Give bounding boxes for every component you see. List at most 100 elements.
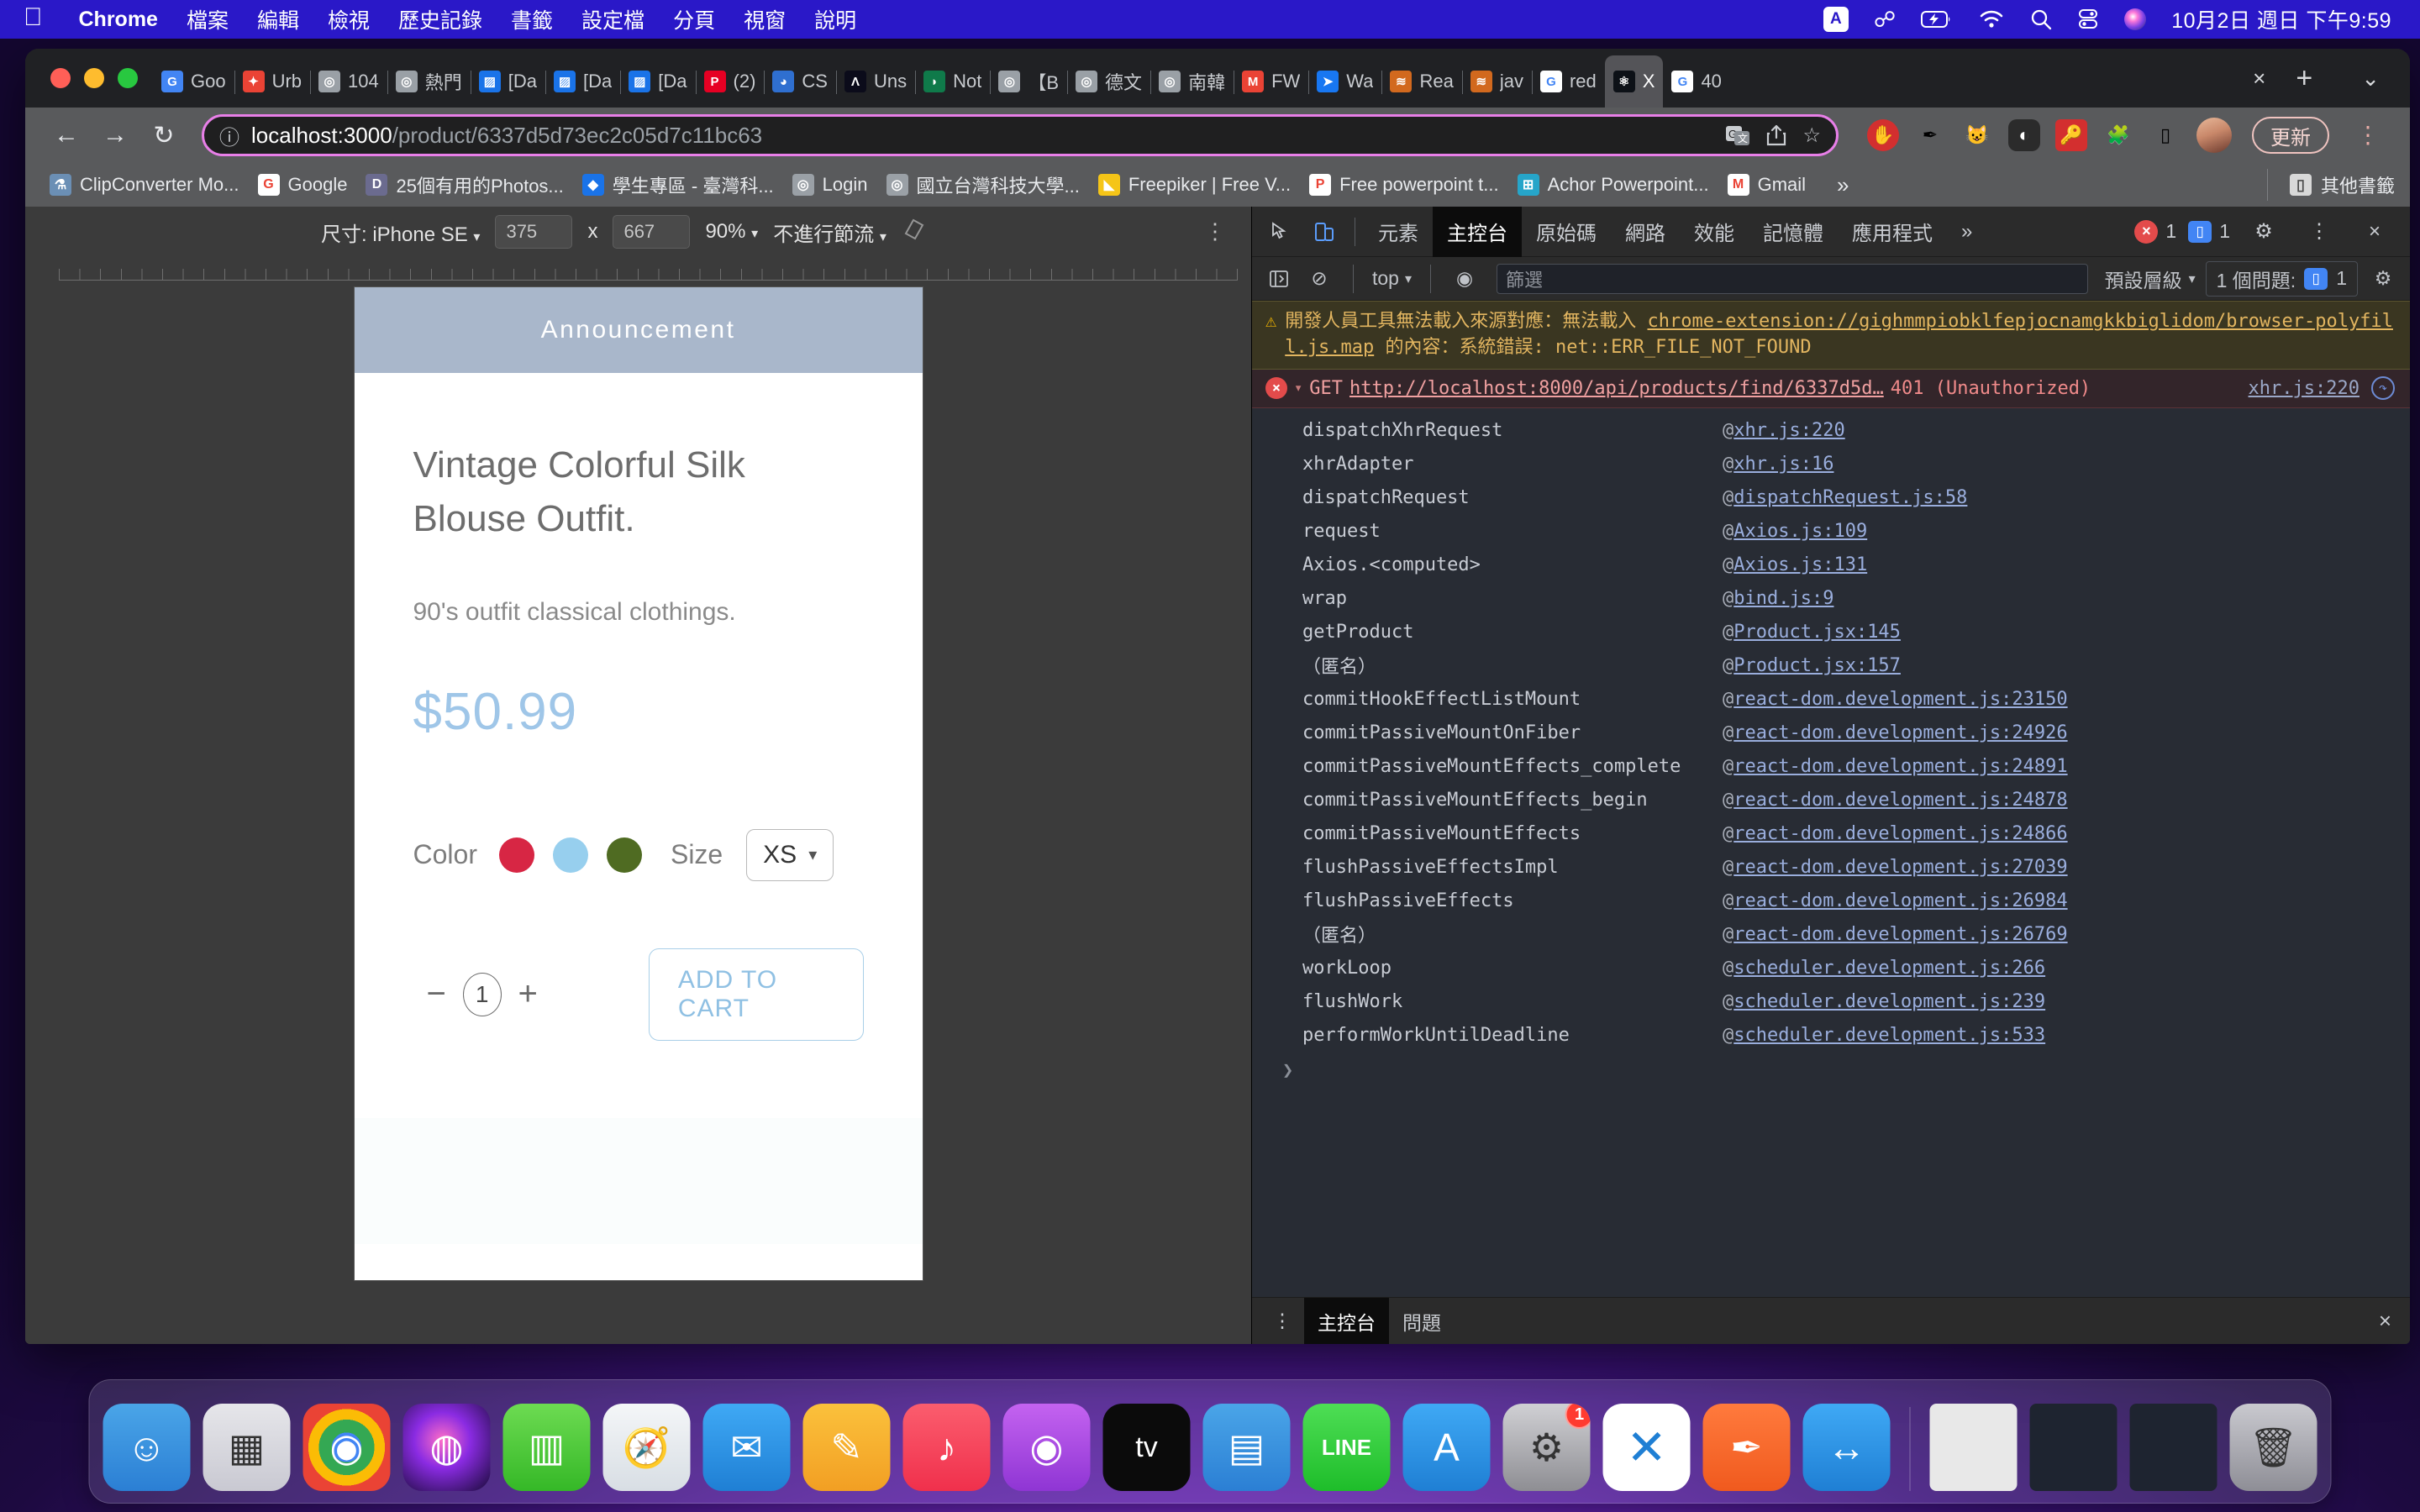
close-devtools-icon[interactable]: × xyxy=(2353,210,2396,254)
rotate-device-icon[interactable] xyxy=(902,217,927,248)
stack-source-link[interactable]: Axios.js:131 xyxy=(1733,554,1867,575)
decrease-quantity-button[interactable]: − xyxy=(413,975,460,1013)
browser-tab[interactable]: Λ Uns xyxy=(835,55,915,108)
puzzle-extensions-icon[interactable]: 🧩 xyxy=(2102,119,2134,151)
stack-source-link[interactable]: react-dom.development.js:24926 xyxy=(1733,722,2067,743)
dock-item-apple-tv[interactable]: tv xyxy=(1102,1404,1191,1491)
tab-search-icon[interactable]: ⌄ xyxy=(2331,66,2410,92)
bookmark-item[interactable]: ◆ 學生專區 - 臺灣科... xyxy=(573,168,783,202)
browser-tab[interactable]: G Goo xyxy=(153,55,234,108)
stack-source-link[interactable]: Axios.js:109 xyxy=(1733,521,1867,542)
pen-tool-icon[interactable]: ✒ xyxy=(1914,119,1946,151)
bitwarden-icon[interactable]: 😺 xyxy=(1961,119,1993,151)
log-level-dropdown[interactable]: 預設層級 ▾ xyxy=(2105,265,2196,293)
menu-chrome[interactable]: Chrome xyxy=(65,8,172,32)
dock-item-google-chrome[interactable]: ◉ xyxy=(302,1404,391,1491)
forward-arrow-icon[interactable]: → xyxy=(92,113,138,158)
menu-window[interactable]: 視窗 xyxy=(729,4,800,34)
dock-item-system-settings[interactable]: ⚙ 1 xyxy=(1502,1404,1591,1491)
devtools-tab-主控台[interactable]: 主控台 xyxy=(1433,206,1522,257)
dock-item-launchpad[interactable]: ▦ xyxy=(203,1404,291,1491)
dock-item-podcasts[interactable]: ◉ xyxy=(1002,1404,1091,1491)
lastpass-icon[interactable]: 🔑 xyxy=(2055,119,2087,151)
other-bookmarks-folder[interactable]: ▯ 其他書籤 xyxy=(2266,169,2395,201)
browser-tab[interactable]: ≋ Rea xyxy=(1381,55,1461,108)
bluetooth-icon[interactable]: ☍ xyxy=(1874,7,1896,33)
console-prompt[interactable]: ❯ xyxy=(1252,1052,2410,1081)
stack-source-link[interactable]: react-dom.development.js:27039 xyxy=(1733,857,2067,878)
color-swatch-1[interactable] xyxy=(498,837,534,873)
menu-bar-clock[interactable]: 10月2日 週日 下午9:59 xyxy=(2171,4,2391,34)
stack-source-link[interactable]: Product.jsx:145 xyxy=(1733,622,1901,643)
console-message-list[interactable]: ⚠ 開發人員工具無法載入來源對應：無法載入 chrome-extension:/… xyxy=(1252,301,2410,1297)
stack-source-link[interactable]: xhr.js:16 xyxy=(1733,454,1833,475)
bookmark-item[interactable]: ⚗ ClipConverter Mo... xyxy=(40,168,249,202)
stack-source-link[interactable]: scheduler.development.js:239 xyxy=(1733,991,2045,1012)
browser-tab[interactable]: ▨ [Da xyxy=(620,55,695,108)
toggle-device-toolbar-icon[interactable] xyxy=(1302,210,1346,254)
reload-icon[interactable]: ↻ xyxy=(141,113,187,158)
more-options-icon[interactable]: ⋮ xyxy=(1204,221,1226,242)
stack-source-link[interactable]: react-dom.development.js:24866 xyxy=(1733,823,2067,844)
close-drawer-icon[interactable]: × xyxy=(2379,1308,2410,1334)
browser-tab[interactable]: ◎ 104 xyxy=(310,55,387,108)
back-arrow-icon[interactable]: ← xyxy=(44,113,89,158)
browser-tab[interactable]: P (2) xyxy=(695,55,765,108)
dock-item-notes[interactable]: ✎ xyxy=(802,1404,891,1491)
devtools-tab-元素[interactable]: 元素 xyxy=(1364,207,1433,257)
replay-request-icon[interactable]: ↷ xyxy=(2371,376,2395,401)
browser-tab[interactable]: ◎ 熱門 xyxy=(387,55,471,108)
live-expression-icon[interactable]: ◉ xyxy=(1449,264,1480,294)
bookmark-item[interactable]: ◎ 國立台灣科技大學... xyxy=(877,168,1089,202)
dock-item-app-store[interactable]: A xyxy=(1402,1404,1491,1491)
error-source-link[interactable]: xhr.js:220 xyxy=(2249,378,2365,399)
new-tab-icon[interactable]: + xyxy=(2277,64,2331,92)
devtools-tab-效能[interactable]: 效能 xyxy=(1680,207,1749,257)
profile-avatar[interactable] xyxy=(2196,118,2232,153)
browser-tab[interactable]: ✦ Urb xyxy=(234,55,310,108)
browser-tab[interactable]: ◕ CS xyxy=(764,55,836,108)
translate-icon[interactable]: G文 xyxy=(1725,123,1750,147)
bookmark-item[interactable]: P Free powerpoint t... xyxy=(1300,168,1508,202)
browser-tab[interactable]: ▨ [Da xyxy=(545,55,620,108)
site-info-icon[interactable]: ⓘ xyxy=(219,121,239,150)
bookmarks-overflow-icon[interactable]: » xyxy=(1818,172,1867,198)
increase-quantity-button[interactable]: + xyxy=(505,975,551,1013)
console-sidebar-icon[interactable] xyxy=(1264,264,1294,294)
console-warning-message[interactable]: ⚠ 開發人員工具無法載入來源對應：無法載入 chrome-extension:/… xyxy=(1252,301,2410,370)
share-icon[interactable] xyxy=(1765,123,1787,147)
bookmark-item[interactable]: ◎ Login xyxy=(783,168,877,202)
stack-source-link[interactable]: scheduler.development.js:533 xyxy=(1733,1025,2045,1046)
input-source-icon[interactable]: A xyxy=(1823,7,1849,32)
devtools-tab-記憶體[interactable]: 記憶體 xyxy=(1749,207,1838,257)
devtools-tab-網路[interactable]: 網路 xyxy=(1611,207,1680,257)
stack-source-link[interactable]: react-dom.development.js:23150 xyxy=(1733,689,2067,710)
warning-count-badge[interactable]: ▯ 1 xyxy=(2188,220,2230,243)
settings-gear-icon[interactable]: ⚙ xyxy=(2242,210,2286,254)
bookmark-item[interactable]: D 25個有用的Photos... xyxy=(356,168,572,202)
search-icon[interactable] xyxy=(2030,8,2052,30)
device-size-dropdown[interactable]: 尺寸: iPhone SE ▾ xyxy=(321,218,480,247)
dock-item-finder[interactable]: ☺ xyxy=(103,1404,191,1491)
throttling-dropdown[interactable]: 不進行節流 ▾ xyxy=(773,218,886,247)
execution-context-dropdown[interactable]: top ▾ xyxy=(1372,267,1412,290)
bookmark-item[interactable]: M Gmail xyxy=(1718,168,1815,202)
stack-source-link[interactable]: react-dom.development.js:24878 xyxy=(1733,790,2067,811)
bookmark-item[interactable]: ⊞ Achor Powerpoint... xyxy=(1508,168,1718,202)
console-error-message[interactable]: × ▾ GET http://localhost:8000/api/produc… xyxy=(1252,370,2410,409)
update-button[interactable]: 更新 xyxy=(2252,117,2329,154)
console-settings-icon[interactable]: ⚙ xyxy=(2368,264,2398,294)
color-swatch-2[interactable] xyxy=(552,837,588,873)
dock-item-keynote[interactable]: ▤ xyxy=(1202,1404,1291,1491)
maximize-window-button[interactable] xyxy=(118,68,138,88)
menu-help[interactable]: 說明 xyxy=(800,4,871,34)
dock-item-music[interactable]: ♪ xyxy=(902,1404,991,1491)
stack-source-link[interactable]: scheduler.development.js:266 xyxy=(1733,958,2045,979)
stack-source-link[interactable]: Product.jsx:157 xyxy=(1733,655,1901,676)
menu-file[interactable]: 檔案 xyxy=(172,4,243,34)
close-window-button[interactable] xyxy=(50,68,71,88)
apple-icon[interactable]:  xyxy=(24,5,43,30)
bookmark-star-icon[interactable]: ☆ xyxy=(1802,123,1821,148)
stack-source-link[interactable]: bind.js:9 xyxy=(1733,588,1833,609)
control-center-icon[interactable] xyxy=(2077,8,2099,30)
